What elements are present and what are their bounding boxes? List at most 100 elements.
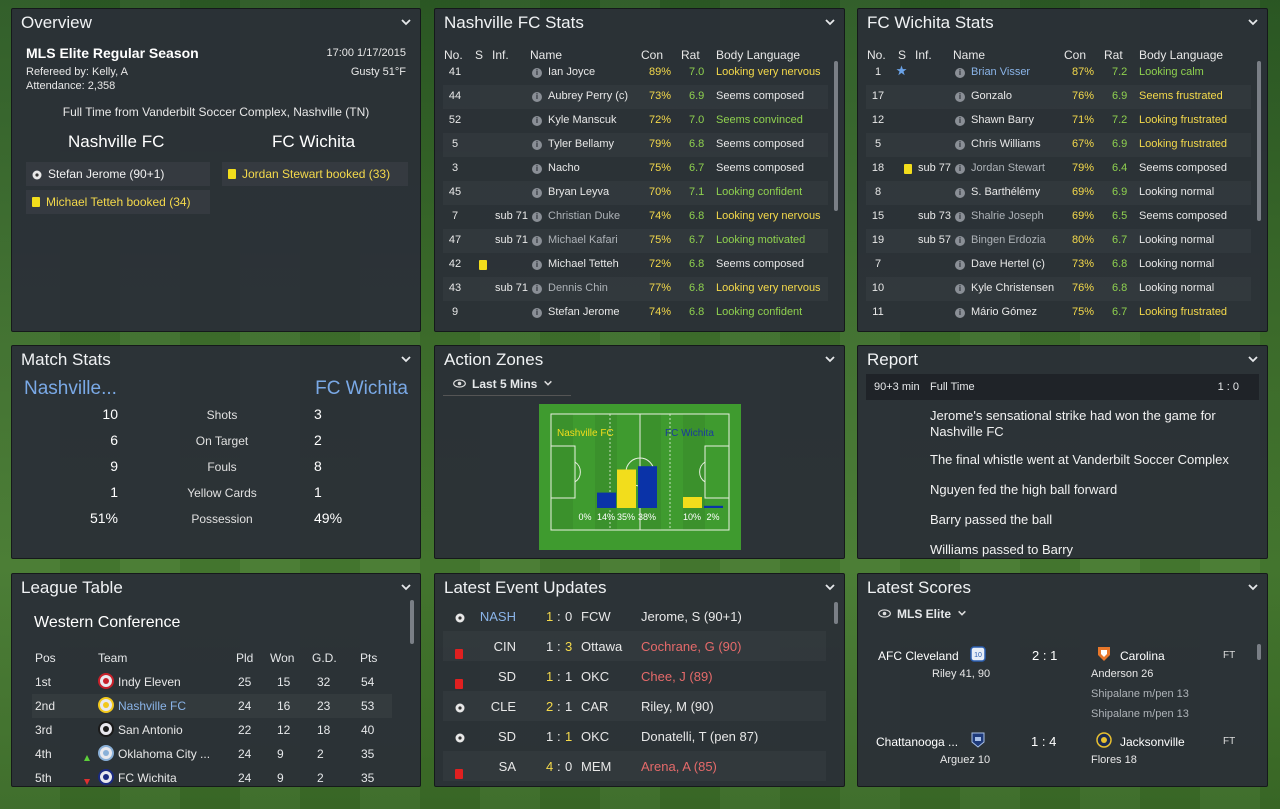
player-name[interactable]: Kyle Manscuk (548, 114, 616, 126)
away-team-name[interactable]: FC Wichita (272, 132, 355, 152)
team-name[interactable]: FC Wichita (118, 771, 177, 785)
player-row[interactable]: 15 sub 73 i Shalrie Joseph 69% 6.5 Seems compo… (866, 205, 1251, 229)
away-team-abbr[interactable]: FCW (581, 609, 611, 624)
home-team-name[interactable]: AFC Cleveland (878, 649, 959, 663)
info-icon[interactable]: i (532, 116, 542, 126)
home-team-name[interactable]: Chattanooga ... (876, 735, 958, 749)
player-name[interactable]: Ian Joyce (548, 66, 595, 78)
away-team-abbr[interactable]: Ottawa (581, 639, 622, 654)
col-rat[interactable]: Rat (1104, 48, 1123, 62)
player-row[interactable]: 18 sub 77 i Jordan Stewart 79% 6.4 Seems compo… (866, 157, 1251, 181)
player-row[interactable]: 41 i Ian Joyce 89% 7.0 Looking very nervous (443, 61, 828, 85)
player-row[interactable]: 9 i Stefan Jerome 74% 6.8 Looking confident (443, 301, 828, 325)
away-team-abbr[interactable]: OKC (581, 669, 609, 684)
player-name[interactable]: Christian Duke (548, 210, 620, 222)
match-score[interactable]: 1 : 4 (1031, 734, 1056, 749)
col-con[interactable]: Con (1064, 48, 1086, 62)
home-team-abbr[interactable]: SA (499, 759, 516, 774)
player-name[interactable]: Shawn Barry (971, 114, 1034, 126)
team-name[interactable]: San Antonio (118, 723, 183, 737)
player-name[interactable]: Dennis Chin (548, 282, 608, 294)
away-team-name[interactable]: Carolina (1120, 649, 1165, 663)
event-row[interactable]: NASH 1:0 FCW Jerome, S (90+1) (443, 601, 826, 631)
home-team-abbr[interactable]: CLE (491, 699, 516, 714)
table-row[interactable]: 3rd San Antonio 22 12 18 40 (32, 718, 392, 742)
player-row[interactable]: 45 i Bryan Leyva 70% 7.1 Looking confident (443, 181, 828, 205)
player-name[interactable]: Brian Visser (971, 66, 1030, 78)
info-icon[interactable]: i (955, 236, 965, 246)
col-pts[interactable]: Pts (360, 651, 377, 665)
chevron-down-icon[interactable] (824, 353, 836, 365)
player-row[interactable]: 12 i Shawn Barry 71% 7.2 Looking frustrated (866, 109, 1251, 133)
chevron-down-icon[interactable] (1247, 353, 1259, 365)
scrollbar[interactable] (834, 602, 838, 624)
player-name[interactable]: Aubrey Perry (c) (548, 90, 628, 102)
chevron-down-icon[interactable] (1247, 16, 1259, 28)
info-icon[interactable]: i (955, 140, 965, 150)
info-icon[interactable]: i (532, 212, 542, 222)
player-row[interactable]: 11 i Mário Gómez 75% 6.7 Looking frustrated (866, 301, 1251, 325)
player-name[interactable]: S. Barthélémy (971, 186, 1040, 198)
player-row[interactable]: 3 i Nacho 75% 6.7 Seems composed (443, 157, 828, 181)
player-name[interactable]: Dave Hertel (c) (971, 258, 1045, 270)
chevron-down-icon[interactable] (400, 581, 412, 593)
info-icon[interactable]: i (532, 284, 542, 294)
col-rat[interactable]: Rat (681, 48, 700, 62)
player-row[interactable]: 8 i S. Barthélémy 69% 6.9 Looking normal (866, 181, 1251, 205)
competition-filter-dropdown[interactable]: MLS Elite (866, 602, 967, 626)
player-row[interactable]: 47 sub 71 i Michael Kafari 75% 6.7 Looking mot… (443, 229, 828, 253)
player-name[interactable]: Mário Gómez (971, 306, 1037, 318)
table-row[interactable]: 2nd Nashville FC 24 16 23 53 (32, 694, 392, 718)
col-no[interactable]: No. (444, 48, 463, 62)
info-icon[interactable]: i (532, 236, 542, 246)
col-body[interactable]: Body Language (716, 48, 800, 62)
home-team-name[interactable]: Nashville... (24, 378, 117, 400)
home-team-abbr[interactable]: NASH (480, 609, 516, 624)
event-row[interactable]: CLE 2:1 CAR Riley, M (90) (443, 691, 826, 721)
col-body[interactable]: Body Language (1139, 48, 1223, 62)
info-icon[interactable]: i (955, 92, 965, 102)
chevron-down-icon[interactable] (400, 16, 412, 28)
scrollbar[interactable] (1257, 61, 1261, 221)
home-team-name[interactable]: Nashville FC (68, 132, 164, 152)
scrollbar[interactable] (1257, 644, 1261, 660)
away-team-abbr[interactable]: OKC (581, 729, 609, 744)
info-icon[interactable]: i (532, 92, 542, 102)
chevron-down-icon[interactable] (400, 353, 412, 365)
event-row[interactable]: SD 1:1 OKC Donatelli, T (pen 87) (443, 721, 826, 751)
col-con[interactable]: Con (641, 48, 663, 62)
info-icon[interactable]: i (532, 188, 542, 198)
info-icon[interactable]: i (532, 164, 542, 174)
col-inf[interactable]: Inf. (915, 48, 932, 62)
player-row[interactable]: 19 sub 57 i Bingen Erdozia 80% 6.7 Looking nor… (866, 229, 1251, 253)
col-won[interactable]: Won (270, 651, 294, 665)
team-name[interactable]: Oklahoma City ... (118, 747, 210, 761)
home-team-abbr[interactable]: SD (498, 729, 516, 744)
player-name[interactable]: Shalrie Joseph (971, 210, 1044, 222)
player-row[interactable]: 42 i Michael Tetteh 72% 6.8 Seems composed (443, 253, 828, 277)
player-name[interactable]: Bryan Leyva (548, 186, 609, 198)
col-pos[interactable]: Pos (35, 651, 56, 665)
info-icon[interactable]: i (955, 212, 965, 222)
away-team-abbr[interactable]: CAR (581, 699, 608, 714)
team-name[interactable]: Indy Eleven (118, 675, 181, 689)
event-row[interactable]: SA 4:0 MEM Arena, A (85) (443, 751, 826, 781)
away-team-abbr[interactable]: MEM (581, 759, 611, 774)
player-row[interactable]: 52 i Kyle Manscuk 72% 7.0 Seems convinced (443, 109, 828, 133)
chevron-down-icon[interactable] (824, 16, 836, 28)
scrollbar[interactable] (410, 600, 414, 644)
player-name[interactable]: Chris Williams (971, 138, 1041, 150)
home-team-abbr[interactable]: SD (498, 669, 516, 684)
player-name[interactable]: Nacho (548, 162, 580, 174)
info-icon[interactable]: i (955, 260, 965, 270)
player-name[interactable]: Bingen Erdozia (971, 234, 1046, 246)
event-row[interactable]: SD 1:1 OKC Chee, J (89) (443, 661, 826, 691)
match-score[interactable]: 2 : 1 (1032, 648, 1057, 663)
time-filter-dropdown[interactable]: Last 5 Mins (443, 372, 571, 396)
player-row[interactable]: 7 i Dave Hertel (c) 73% 6.8 Looking normal (866, 253, 1251, 277)
scrollbar[interactable] (834, 61, 838, 211)
info-icon[interactable]: i (955, 164, 965, 174)
player-row[interactable]: 17 i Gonzalo 76% 6.9 Seems frustrated (866, 85, 1251, 109)
info-icon[interactable]: i (955, 308, 965, 318)
info-icon[interactable]: i (955, 116, 965, 126)
